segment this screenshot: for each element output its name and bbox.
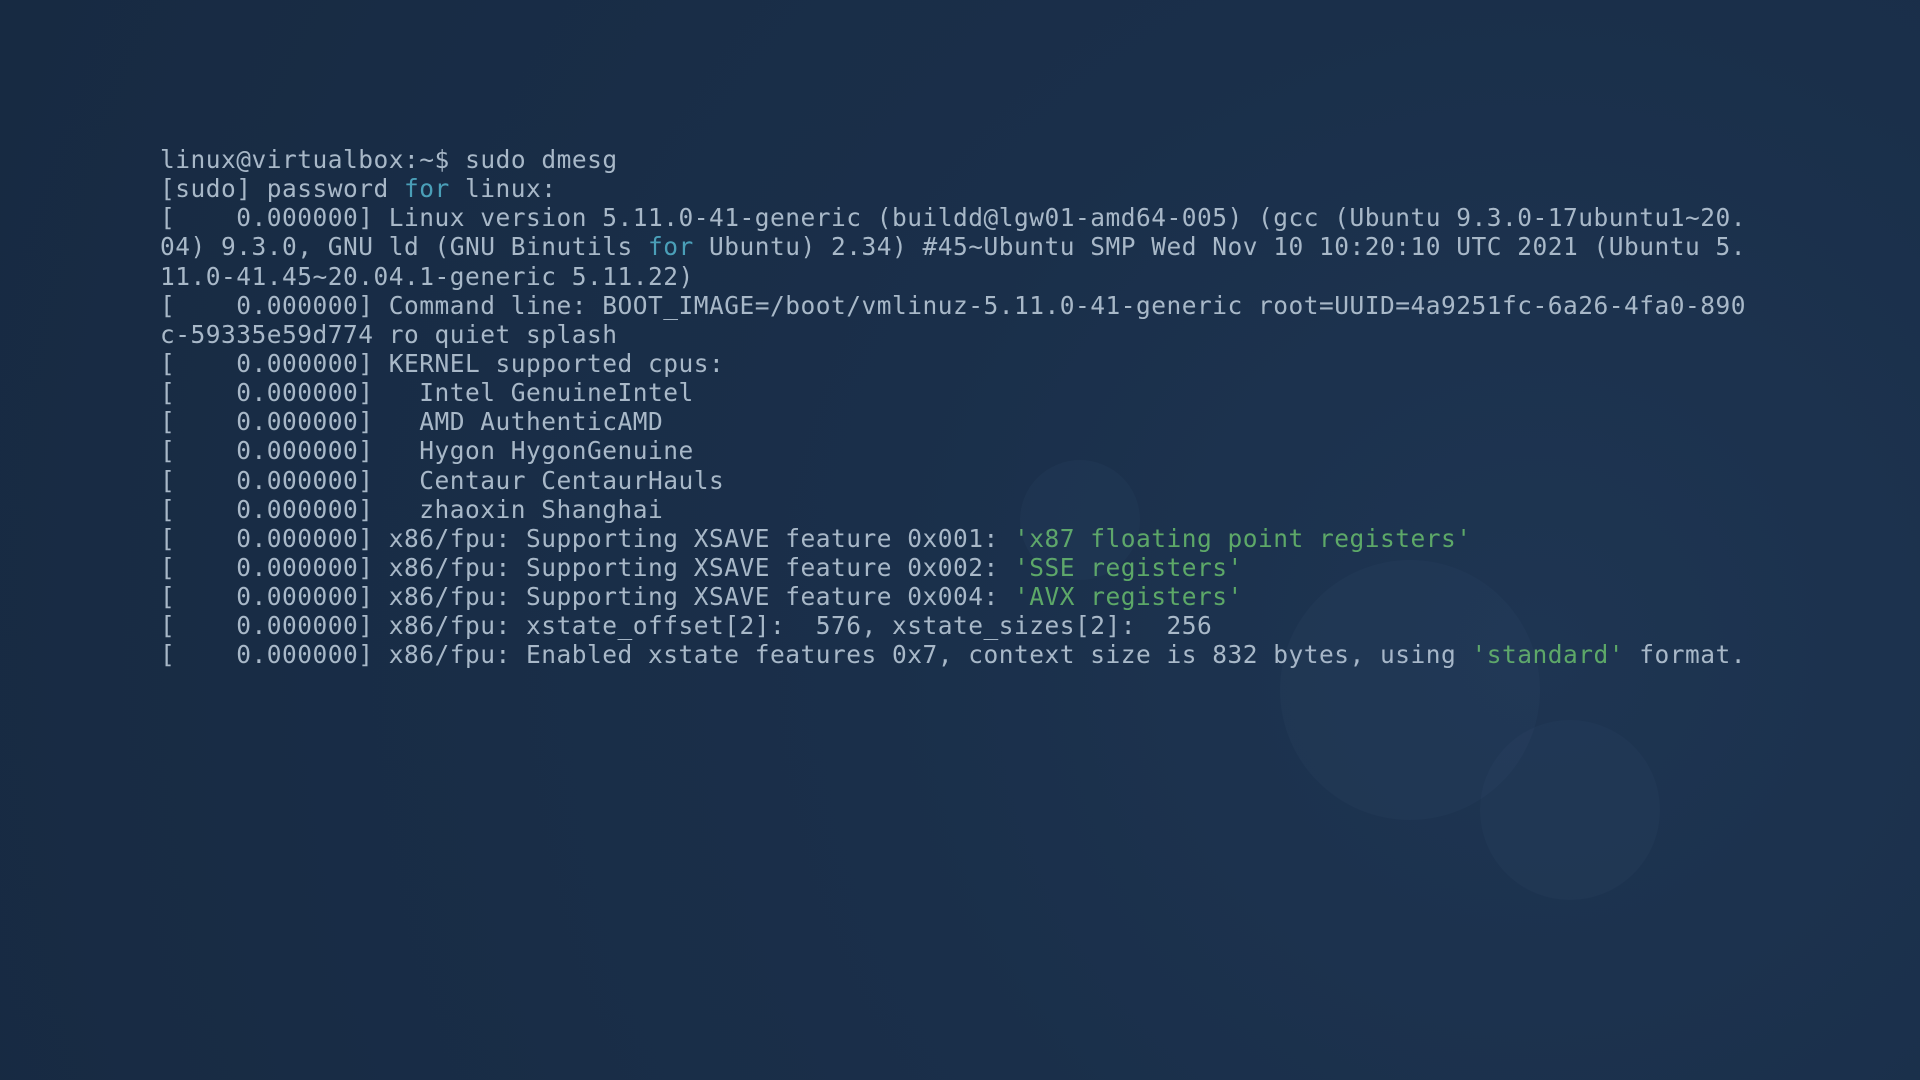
command-text: sudo dmesg bbox=[465, 145, 618, 174]
dmesg-line-fpu-avx: [ 0.000000] x86/fpu: Supporting XSAVE fe… bbox=[160, 582, 1243, 611]
sudo-password-prompt: [sudo] password for linux: bbox=[160, 174, 557, 203]
dmesg-line-cpu-intel: [ 0.000000] Intel GenuineIntel bbox=[160, 378, 694, 407]
shell-prompt: linux@virtualbox:~$ bbox=[160, 145, 465, 174]
dmesg-line-fpu-sse: [ 0.000000] x86/fpu: Supporting XSAVE fe… bbox=[160, 553, 1243, 582]
dmesg-line-kernel-cpus: [ 0.000000] KERNEL supported cpus: bbox=[160, 349, 724, 378]
dmesg-line-linux-version: [ 0.000000] Linux version 5.11.0-41-gene… bbox=[160, 203, 1746, 290]
dmesg-line-cpu-amd: [ 0.000000] AMD AuthenticAMD bbox=[160, 407, 663, 436]
dmesg-line-enabled-xstate: [ 0.000000] x86/fpu: Enabled xstate feat… bbox=[160, 640, 1746, 669]
terminal-output[interactable]: linux@virtualbox:~$ sudo dmesg [sudo] pa… bbox=[0, 0, 1920, 670]
dmesg-line-xstate: [ 0.000000] x86/fpu: xstate_offset[2]: 5… bbox=[160, 611, 1212, 640]
dmesg-line-cmdline: [ 0.000000] Command line: BOOT_IMAGE=/bo… bbox=[160, 291, 1746, 349]
dmesg-line-fpu-x87: [ 0.000000] x86/fpu: Supporting XSAVE fe… bbox=[160, 524, 1472, 553]
dmesg-line-cpu-hygon: [ 0.000000] Hygon HygonGenuine bbox=[160, 436, 694, 465]
dmesg-line-cpu-zhaoxin: [ 0.000000] zhaoxin Shanghai bbox=[160, 495, 663, 524]
dmesg-line-cpu-centaur: [ 0.000000] Centaur CentaurHauls bbox=[160, 466, 724, 495]
